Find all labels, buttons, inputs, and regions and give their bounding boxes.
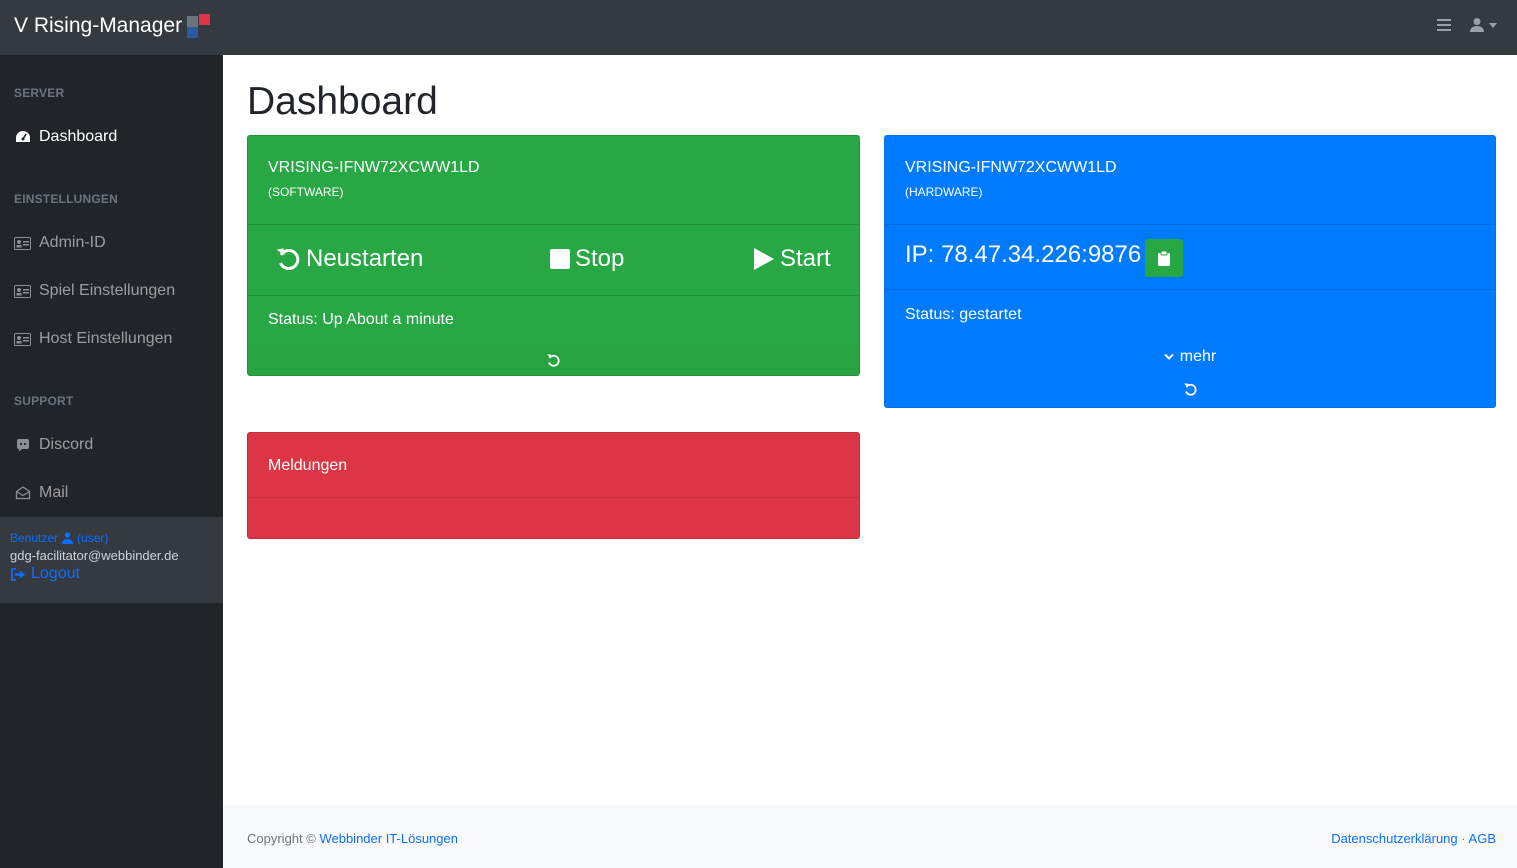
copy-ip-button[interactable] xyxy=(1145,239,1183,277)
user-role-label: Benutzer xyxy=(10,531,59,545)
sidebar-item-label: Host Einstellungen xyxy=(39,330,173,347)
terms-link[interactable]: AGB xyxy=(1469,831,1496,846)
sidebar-item-label: Discord xyxy=(39,436,94,453)
sidebar: SERVER Dashboard EINSTELLUNGEN Admin-ID … xyxy=(0,55,223,868)
chevron-down-icon xyxy=(1489,22,1497,28)
gauge-icon xyxy=(14,130,31,144)
user-icon xyxy=(1470,18,1484,32)
hamburger-icon[interactable] xyxy=(1437,19,1451,31)
sidebar-item-discord[interactable]: Discord xyxy=(14,436,93,454)
user-menu-toggle[interactable] xyxy=(1469,17,1497,33)
user-icon xyxy=(62,532,74,544)
page-title: Dashboard xyxy=(247,80,438,123)
footer-links: Datenschutzerklärung · AGB xyxy=(1331,831,1496,846)
user-email: gdg-facilitator@webbinder.de xyxy=(10,548,179,563)
sidebar-item-spiel-einstellungen[interactable]: Spiel Einstellungen xyxy=(14,282,175,300)
sidebar-heading-einstellungen: EINSTELLUNGEN xyxy=(14,192,118,206)
id-card-icon xyxy=(14,236,31,250)
start-button[interactable]: Start xyxy=(753,245,831,273)
server-subtitle: (SOFTWARE) xyxy=(268,185,344,199)
messages-title: Meldungen xyxy=(248,433,859,498)
logout-label: Logout xyxy=(31,565,80,582)
sidebar-item-label: Dashboard xyxy=(39,128,118,145)
copyright-text: Copyright © xyxy=(247,831,316,846)
logout-link[interactable]: Logout xyxy=(10,565,213,583)
user-role-value: (user) xyxy=(77,531,109,545)
refresh-icon xyxy=(547,354,560,367)
sidebar-item-dashboard[interactable]: Dashboard xyxy=(14,128,117,146)
privacy-link[interactable]: Datenschutzerklärung xyxy=(1331,831,1457,846)
server-status: Status: gestartet xyxy=(905,306,1022,323)
card-header: VRISING-IFNW72XCWW1LD (SOFTWARE) xyxy=(248,136,859,225)
sidebar-user-panel: Benutzer (user) gdg-facilitator@webbinde… xyxy=(0,517,223,603)
refresh-button[interactable] xyxy=(248,344,859,375)
start-label: Start xyxy=(780,245,831,272)
stop-button[interactable]: Stop xyxy=(550,245,624,273)
more-toggle[interactable]: mehr xyxy=(885,348,1495,366)
ip-row: IP: 78.47.34.226:9876 xyxy=(885,225,1495,290)
footer-separator: · xyxy=(1461,831,1466,846)
navbar-right xyxy=(1437,17,1497,33)
server-name: VRISING-IFNW72XCWW1LD xyxy=(268,159,480,176)
server-name: VRISING-IFNW72XCWW1LD xyxy=(905,159,1117,176)
chevron-down-icon xyxy=(1164,353,1174,360)
more-label: mehr xyxy=(1179,348,1217,365)
discord-icon xyxy=(14,438,31,452)
sidebar-heading-server: SERVER xyxy=(14,86,65,100)
sidebar-item-host-einstellungen[interactable]: Host Einstellungen xyxy=(14,330,172,348)
refresh-button[interactable] xyxy=(885,382,1495,397)
page-footer: Copyright © Webbinder IT-Lösungen Datens… xyxy=(223,805,1517,868)
messages-card: Meldungen xyxy=(247,432,860,539)
software-server-card: VRISING-IFNW72XCWW1LD (SOFTWARE) Neustar… xyxy=(247,135,860,376)
id-card-icon xyxy=(14,332,31,346)
refresh-icon xyxy=(1183,383,1197,396)
sidebar-item-label: Spiel Einstellungen xyxy=(39,282,176,299)
stop-icon xyxy=(550,249,570,269)
brand[interactable]: V Rising-Manager xyxy=(14,14,213,38)
server-ip: IP: 78.47.34.226:9876 xyxy=(905,241,1142,268)
logo-square-red xyxy=(199,14,211,25)
restart-label: Neustarten xyxy=(306,245,424,272)
envelope-icon xyxy=(14,486,31,500)
user-role: Benutzer (user) xyxy=(10,531,213,545)
server-status: Status: Up About a minute xyxy=(268,311,454,328)
company-link[interactable]: Webbinder IT-Lösungen xyxy=(319,831,458,846)
hardware-server-card: VRISING-IFNW72XCWW1LD (HARDWARE) IP: 78.… xyxy=(884,135,1496,408)
sidebar-item-admin-id[interactable]: Admin-ID xyxy=(14,234,106,252)
top-navbar: V Rising-Manager xyxy=(0,0,1517,55)
brand-title[interactable]: V Rising-Manager xyxy=(14,14,182,38)
play-icon xyxy=(754,248,774,270)
id-card-icon xyxy=(14,284,31,298)
clipboard-icon xyxy=(1158,250,1170,266)
restart-icon xyxy=(276,248,300,270)
sidebar-heading-support: SUPPORT xyxy=(14,394,74,408)
server-subtitle: (HARDWARE) xyxy=(905,185,983,199)
brand-logo xyxy=(187,14,213,38)
sidebar-item-mail[interactable]: Mail xyxy=(14,484,68,502)
sidebar-item-label: Admin-ID xyxy=(39,234,106,251)
card-header: VRISING-IFNW72XCWW1LD (HARDWARE) xyxy=(885,136,1495,225)
footer-copyright: Copyright © Webbinder IT-Lösungen xyxy=(247,831,458,846)
sidebar-item-label: Mail xyxy=(39,484,69,501)
logo-square-blue xyxy=(187,27,199,38)
stop-label: Stop xyxy=(575,245,625,272)
sign-out-icon xyxy=(11,567,25,581)
logo-square-gray xyxy=(187,16,199,27)
restart-button[interactable]: Neustarten xyxy=(275,245,423,273)
server-actions: Neustarten Stop Start xyxy=(248,225,859,296)
